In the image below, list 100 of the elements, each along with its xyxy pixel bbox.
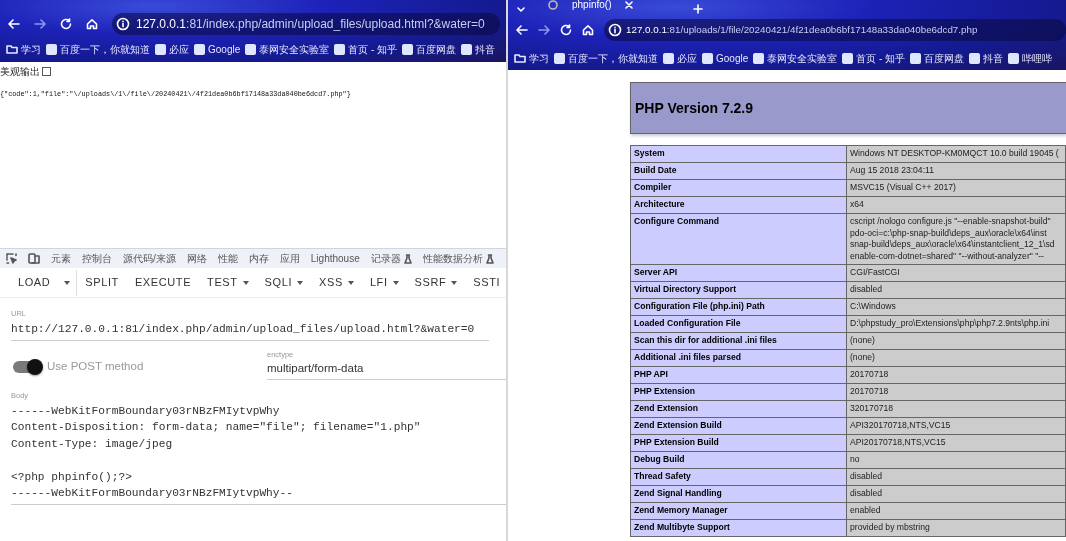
bookmark[interactable]: 必应 [677,50,697,66]
toggle-switch[interactable] [13,360,41,373]
page-title: PHP Version 7.2.9 [635,98,754,118]
address-bar[interactable]: 127.0.0.1:81/index.php/admin/upload_files/upload.html?&water=0 [112,13,500,35]
site-icon [969,52,981,64]
setting-value: disabled [850,471,882,482]
devtools-tab[interactable]: 控制台 [82,251,112,266]
setting-name: Loaded Configuration File [634,318,741,329]
devtools-tab[interactable]: Lighthouse [310,251,360,266]
setting-name: Debug Build [634,454,685,465]
devtools-tab[interactable]: 记录器 [370,251,412,266]
url-field[interactable]: http://127.0.0.1:81/index.php/admin/upload_files/upload.html?&water=0 [11,321,489,342]
reload-icon[interactable] [560,24,572,36]
bookmark[interactable]: 百度一下，你就知道 [568,50,658,66]
new-tab-icon[interactable] [693,4,704,14]
devtools-tab[interactable]: 元素 [51,251,71,266]
bookmark[interactable]: 必应 [169,41,189,57]
toolbar-button[interactable]: SQLI [256,270,312,295]
address-bar[interactable]: 127.0.0.1:81/uploads/1/file/20240421/4f21dea0b6bf17148a33da040be6dcd7.php [604,19,1066,41]
setting-value: cscript /nologo configure.js "--enable-snapshot-build" pdo-oci=c:\php-snap-build\deps_aux\oracle\x64\inst snap-build\deps_aux\oracle\x64\instantclient_12_1\sd enable-com-dotnet=shared" "--without-analyzer" "-- [850,216,1055,261]
close-icon[interactable] [625,0,634,9]
toolbar-button[interactable]: SSTI [465,270,506,295]
setting-name: PHP Extension [634,386,695,397]
devtools-tab[interactable]: 性能 [217,251,238,266]
bookmark[interactable]: 首页 - 知乎 [856,50,906,66]
bookmark[interactable]: 学习 [529,50,549,66]
info-icon[interactable] [608,23,622,37]
setting-name: Zend Memory Manager [634,505,728,516]
setting-name: System [634,148,665,159]
caret-icon [392,280,399,285]
caret-icon [242,280,249,285]
folder-icon[interactable] [514,53,526,63]
devtools-tab[interactable]: 内存 [248,251,269,266]
caret-icon [347,280,354,285]
browser-tab[interactable]: phpinfo() [536,0,634,14]
setting-name: Zend Multibyte Support [634,522,730,533]
setting-value: 20170718 [850,369,889,380]
forward-icon[interactable] [34,18,46,30]
bookmark[interactable]: 抖音 [983,50,1004,66]
setting-value: enabled [850,505,881,516]
setting-value: 320170718 [850,403,893,414]
bookmark[interactable]: 泰网安全实验室 [259,41,330,57]
site-icon [155,43,166,55]
chevron-icon[interactable] [516,6,526,14]
toolbar-button[interactable]: SPLIT [77,270,127,295]
toolbar-button[interactable]: TEST [199,270,257,295]
back-icon[interactable] [8,18,20,30]
bookmark[interactable]: 首页 - 知乎 [348,41,398,57]
setting-value: C:\Windows [850,301,896,312]
home-icon[interactable] [582,24,594,36]
home-icon[interactable] [86,18,98,30]
setting-value: 20170718 [850,386,889,397]
devtools-tab[interactable]: 性能数据分析 [422,251,494,266]
bookmark[interactable]: Google [208,41,241,57]
toolbar-button[interactable]: EXECUTE [126,270,200,295]
setting-value: API20170718,NTS,VC15 [850,437,946,448]
site-icon [1008,52,1020,64]
setting-value: API320170718,NTS,VC15 [850,420,951,431]
reload-icon[interactable] [60,18,72,30]
device-icon[interactable] [28,253,40,264]
setting-value: x64 [850,199,864,210]
toolbar-button[interactable]: LOAD [10,270,59,295]
setting-value: CGI/FastCGI [850,267,900,278]
enctype-field[interactable]: multipart/form-data [267,360,506,380]
bookmark[interactable]: 百度网盘 [416,41,457,57]
inspect-icon[interactable] [6,253,17,264]
devtools-tab[interactable]: 网络 [186,251,207,266]
setting-value: MSVC15 (Visual C++ 2017) [850,182,956,193]
bookmark[interactable]: 百度网盘 [924,50,965,66]
bookmark[interactable]: 泰网安全实验室 [767,50,838,66]
setting-value: disabled [850,488,882,499]
setting-name: Compiler [634,182,672,193]
forward-icon[interactable] [538,24,550,36]
site-icon [402,43,414,55]
setting-name: Zend Extension Build [634,420,722,431]
site-icon [910,52,922,64]
back-icon[interactable] [516,24,528,36]
setting-name: Scan this dir for additional .ini files [634,335,777,346]
toolbar-button[interactable]: LFI [361,270,407,295]
flask-icon [403,253,412,264]
devtools-tab[interactable]: 源代码/来源 [123,251,176,266]
folder-icon[interactable] [6,44,18,54]
toolbar-button[interactable]: XSS [311,270,362,295]
bookmark[interactable]: 哔哩哔 [1022,50,1053,66]
site-icon [702,52,713,64]
bookmark[interactable]: 学习 [21,41,41,57]
setting-value: (none) [850,352,875,363]
bookmark[interactable]: Google [716,50,749,66]
body-field[interactable]: ------WebKitFormBoundary03rNBzFMIytvpWhy Content-Disposition: form-data; name="file"; filename="1.php" Content-Type: image/jpeg <?php phpinfo();?> ------WebKitFormBoundary03rNBzFMIytvpWhy-- [11,402,506,505]
info-icon[interactable] [116,17,130,31]
bookmark[interactable]: 百度一下，你就知道 [60,41,150,57]
setting-value: Aug 15 2018 23:04:11 [850,165,934,176]
tab-title: phpinfo() [572,0,612,12]
checkbox[interactable] [42,67,51,76]
bookmark[interactable]: 抖音 [475,41,496,57]
setting-name: Additional .ini files parsed [634,352,741,363]
toolbar-button[interactable]: SSRF [406,270,466,295]
devtools-tab[interactable]: 应用 [279,251,300,266]
site-icon [554,52,565,64]
setting-value: no [850,454,860,465]
